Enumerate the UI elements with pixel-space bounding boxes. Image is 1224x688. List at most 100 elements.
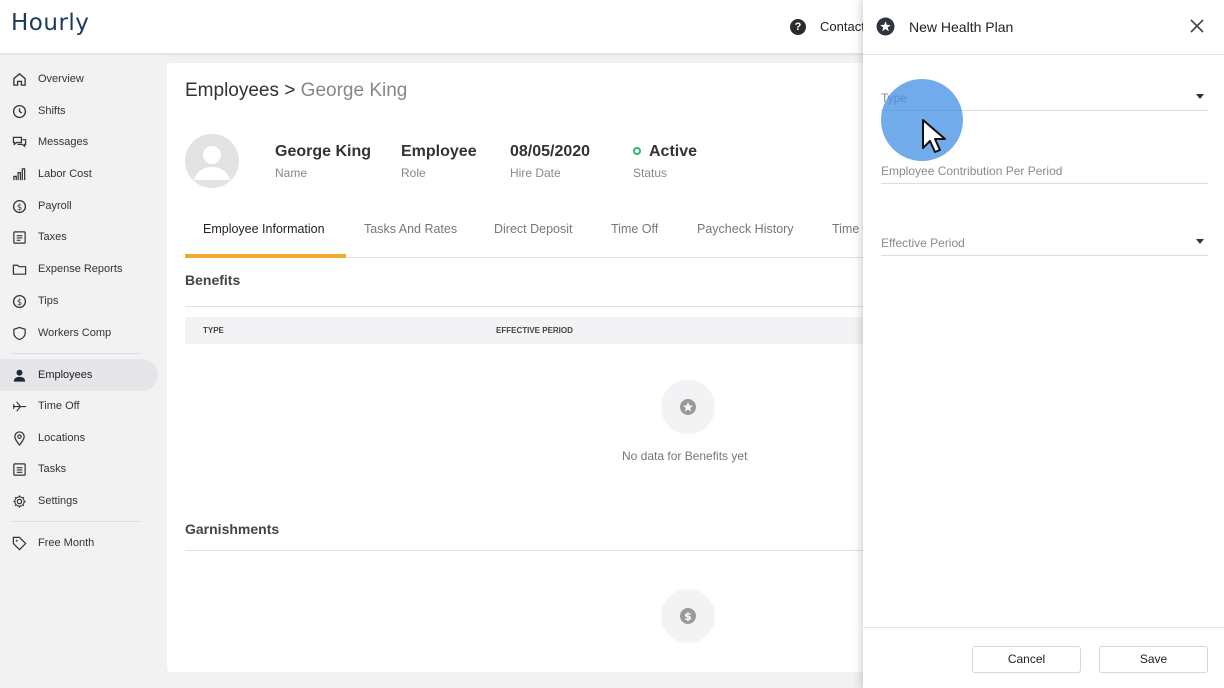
star-badge-icon [876, 17, 895, 41]
tab-paycheck-history[interactable]: Paycheck History [697, 222, 794, 236]
sidebar-item-settings[interactable]: Settings [0, 485, 158, 517]
employee-name-stat: George King Name [275, 143, 371, 180]
sidebar-item-label: Time Off [38, 400, 80, 412]
pin-icon [11, 430, 27, 446]
document-icon [11, 229, 27, 245]
save-button[interactable]: Save [1099, 646, 1208, 673]
gear-icon [11, 493, 27, 509]
status-badge: Active [649, 143, 698, 160]
status-stat: Active Status [633, 143, 697, 180]
active-tab-indicator [185, 254, 346, 258]
benefits-empty-icon [661, 380, 715, 434]
sidebar-item-time-off[interactable]: Time Off [0, 390, 158, 422]
chat-icon [11, 134, 27, 150]
sidebar-item-labor-cost[interactable]: Labor Cost [0, 158, 158, 190]
tag-icon [11, 535, 27, 551]
sidebar-item-label: Taxes [38, 231, 67, 243]
list-icon [11, 461, 27, 477]
employee-role: Employee [401, 143, 477, 160]
status-label: Status [633, 166, 668, 180]
hire-date: 08/05/2020 [510, 143, 591, 160]
employee-role-label: Role [401, 166, 426, 180]
employee-name-label: Name [275, 166, 308, 180]
employee-name: George King [275, 143, 372, 160]
benefits-table-header: TYPE EFFECTIVE PERIOD [185, 317, 867, 344]
bar-chart-icon [11, 166, 27, 182]
panel-header: New Health Plan [863, 0, 1224, 55]
sidebar-item-messages[interactable]: Messages [0, 126, 158, 158]
app-logo[interactable]: Hourly [11, 10, 89, 36]
hire-date-stat: 08/05/2020 Hire Date [510, 143, 590, 180]
sidebar-item-employees[interactable]: Employees [0, 359, 158, 391]
tab-direct-deposit[interactable]: Direct Deposit [494, 222, 573, 236]
cancel-button[interactable]: Cancel [972, 646, 1081, 673]
svg-text:$: $ [16, 201, 21, 211]
garnishments-divider [185, 550, 867, 551]
benefits-divider [185, 306, 867, 307]
benefits-empty-text: No data for Benefits yet [622, 449, 748, 463]
sidebar-divider [11, 521, 141, 522]
plane-icon [11, 398, 27, 414]
close-icon[interactable] [1187, 16, 1207, 36]
breadcrumb-current: George King [300, 80, 408, 101]
sidebar-item-label: Locations [38, 432, 86, 444]
sidebar-item-locations[interactable]: Locations [0, 422, 158, 454]
sidebar-item-workers-comp[interactable]: Workers Comp [0, 317, 158, 349]
sidebar-item-label: Payroll [38, 200, 72, 212]
sidebar-item-label: Tasks [38, 463, 67, 475]
tab-employee-information[interactable]: Employee Information [203, 222, 325, 236]
benefits-title: Benefits [185, 272, 241, 288]
tab-time-off[interactable]: Time Off [611, 222, 658, 236]
sidebar-item-label: Settings [38, 495, 78, 507]
sidebar: Overview Shifts Messages Labor Cost $ Pa… [0, 55, 166, 688]
sidebar-item-shifts[interactable]: Shifts [0, 95, 158, 127]
sidebar-divider [11, 353, 141, 354]
contact-link[interactable]: Contact [820, 19, 865, 34]
sidebar-item-overview[interactable]: Overview [0, 63, 158, 95]
sidebar-item-payroll[interactable]: $ Payroll [0, 190, 158, 222]
sidebar-item-expense-reports[interactable]: Expense Reports [0, 253, 158, 285]
sidebar-item-label: Free Month [38, 537, 95, 549]
shield-icon [11, 325, 27, 341]
effective-period-select[interactable]: Effective Period [881, 216, 1208, 256]
clock-icon [11, 103, 27, 119]
sidebar-item-taxes[interactable]: Taxes [0, 221, 158, 253]
folder-icon [11, 261, 27, 277]
svg-text:$: $ [16, 296, 21, 306]
effective-period-label: Effective Period [881, 236, 965, 250]
person-icon [11, 367, 27, 383]
status-dot-icon [633, 147, 641, 155]
sidebar-item-label: Overview [38, 73, 84, 85]
hire-date-label: Hire Date [510, 166, 561, 180]
employee-role-stat: Employee Role [401, 143, 477, 180]
sidebar-item-tasks[interactable]: Tasks [0, 453, 158, 485]
tab-time[interactable]: Time [832, 222, 859, 236]
column-header-effective-period[interactable]: EFFECTIVE PERIOD [496, 326, 573, 335]
sidebar-item-free-month[interactable]: Free Month [0, 527, 158, 559]
sidebar-item-label: Messages [38, 136, 89, 148]
sidebar-item-label: Workers Comp [38, 327, 112, 339]
garnishments-title: Garnishments [185, 521, 280, 537]
chevron-down-icon [1196, 239, 1204, 244]
chevron-down-icon [1196, 94, 1204, 99]
panel-title: New Health Plan [909, 19, 1014, 35]
tab-tasks-and-rates[interactable]: Tasks And Rates [364, 222, 457, 236]
mouse-pointer-icon [920, 118, 948, 161]
sidebar-item-label: Shifts [38, 105, 66, 117]
sidebar-item-tips[interactable]: $ Tips [0, 285, 158, 317]
breadcrumb: Employees > George King [185, 80, 407, 102]
employee-card: Employees > George King George King Name… [167, 63, 867, 672]
employee-contribution-label: Employee Contribution Per Period [881, 164, 1063, 178]
tab-bar: Employee Information Tasks And Rates Dir… [185, 209, 867, 258]
sidebar-item-label: Employees [38, 369, 93, 381]
sidebar-item-label: Tips [38, 295, 59, 307]
coin-icon: $ [11, 293, 27, 309]
help-icon[interactable]: ? [790, 19, 806, 35]
avatar [185, 134, 239, 188]
breadcrumb-root[interactable]: Employees [185, 80, 279, 101]
sidebar-item-label: Expense Reports [38, 263, 123, 275]
sidebar-item-label: Labor Cost [38, 168, 92, 180]
home-icon [11, 71, 27, 87]
dollar-circle-icon: $ [11, 198, 27, 214]
column-header-type[interactable]: TYPE [203, 326, 224, 335]
